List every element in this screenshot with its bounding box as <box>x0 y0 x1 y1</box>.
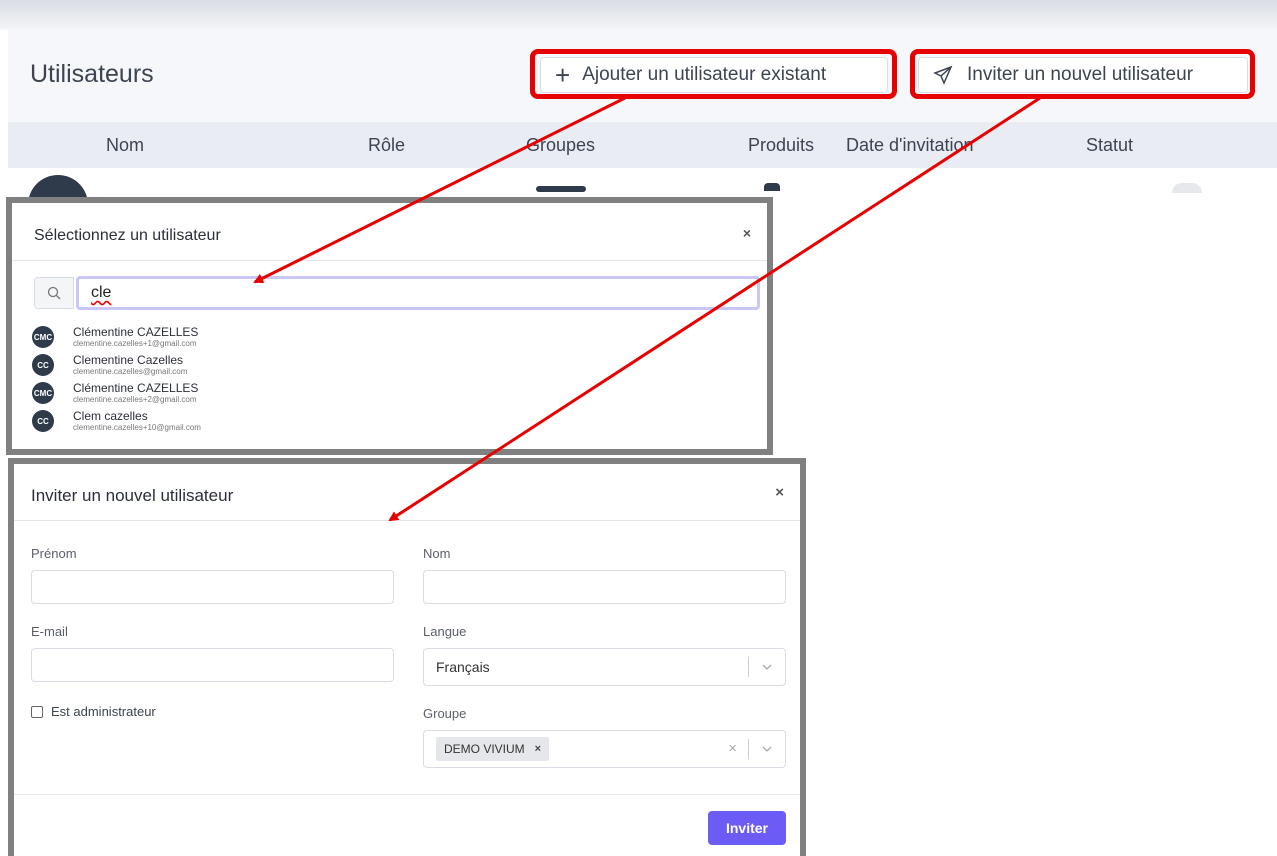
firstname-field[interactable] <box>31 570 394 604</box>
search-icon <box>34 277 74 309</box>
modal-title: Inviter un nouvel utilisateur <box>31 486 234 505</box>
list-item[interactable]: CC Clementine Cazelles clementine.cazelle… <box>32 351 432 379</box>
column-header-groupes[interactable]: Groupes <box>526 135 595 156</box>
user-email: clementine.cazelles+10@gmail.com <box>73 423 201 432</box>
column-header-produits[interactable]: Produits <box>748 135 814 156</box>
close-icon[interactable]: × <box>743 225 751 241</box>
admin-checkbox-row[interactable]: Est administrateur <box>31 704 156 719</box>
close-icon[interactable]: × <box>775 484 784 501</box>
column-header-date-invitation[interactable]: Date d'invitation <box>846 135 974 156</box>
lastname-label: Nom <box>423 546 451 561</box>
user-name: Clémentine CAZELLES <box>73 381 199 395</box>
list-item[interactable]: CC Clem cazelles clementine.cazelles+10@g… <box>32 407 432 435</box>
search-input-value: cle <box>91 284 112 301</box>
user-email: clementine.cazelles@gmail.com <box>73 367 188 376</box>
chevron-down-icon[interactable] <box>761 661 773 673</box>
invite-submit-button[interactable]: Inviter <box>708 811 786 845</box>
language-label: Langue <box>423 624 467 639</box>
modal-title: Sélectionnez un utilisateur <box>34 227 221 244</box>
background-fragment <box>1172 183 1202 193</box>
email-field[interactable] <box>31 648 394 682</box>
avatar: CC <box>32 354 54 376</box>
column-header-nom[interactable]: Nom <box>106 135 144 156</box>
language-value: Français <box>436 659 490 675</box>
invite-user-modal: Inviter un nouvel utilisateur × Prénom N… <box>8 458 806 856</box>
group-chip: DEMO VIVIUM × <box>436 737 550 761</box>
list-item[interactable]: CMC Clémentine CAZELLES clementine.cazell… <box>32 323 432 351</box>
user-name: Clémentine CAZELLES <box>73 325 199 339</box>
user-email: clementine.cazelles+2@gmail.com <box>73 395 197 404</box>
annotation-highlight-invite <box>910 49 1255 99</box>
screenshot-stage: Utilisateurs + Ajouter un utilisateur ex… <box>0 0 1277 856</box>
background-fragment <box>536 186 586 192</box>
group-chip-label: DEMO VIVIUM <box>444 742 525 756</box>
divider <box>748 739 749 759</box>
column-header-role[interactable]: Rôle <box>368 135 405 156</box>
chevron-down-icon[interactable] <box>761 743 773 755</box>
group-select[interactable]: DEMO VIVIUM × × <box>423 730 786 768</box>
background-fragment <box>764 183 780 191</box>
page-title: Utilisateurs <box>30 60 154 88</box>
user-name: Clem cazelles <box>73 409 148 423</box>
avatar: CMC <box>32 382 54 404</box>
user-name: Clementine Cazelles <box>73 353 184 367</box>
annotation-highlight-add <box>530 49 897 99</box>
search-input[interactable]: cle <box>76 276 760 310</box>
divider <box>748 657 749 677</box>
user-results-list: CMC Clémentine CAZELLES clementine.cazell… <box>32 323 432 435</box>
top-bar <box>0 0 1277 30</box>
firstname-label: Prénom <box>31 546 77 561</box>
divider <box>14 794 800 795</box>
divider <box>12 260 767 261</box>
remove-chip-icon[interactable]: × <box>535 743 541 755</box>
divider <box>14 520 800 521</box>
language-select[interactable]: Français <box>423 648 786 686</box>
email-label: E-mail <box>31 624 68 639</box>
group-label: Groupe <box>423 706 467 721</box>
lastname-field[interactable] <box>423 570 786 604</box>
avatar: CC <box>32 410 54 432</box>
clear-icon[interactable]: × <box>728 740 737 757</box>
list-item[interactable]: CMC Clémentine CAZELLES clementine.cazell… <box>32 379 432 407</box>
avatar: CMC <box>32 326 54 348</box>
admin-checkbox[interactable] <box>31 705 43 718</box>
column-header-statut[interactable]: Statut <box>1086 135 1133 156</box>
select-user-modal: Sélectionnez un utilisateur × cle CMC Cl… <box>6 197 773 455</box>
user-email: clementine.cazelles+1@gmail.com <box>73 339 197 348</box>
admin-checkbox-label: Est administrateur <box>51 704 156 719</box>
